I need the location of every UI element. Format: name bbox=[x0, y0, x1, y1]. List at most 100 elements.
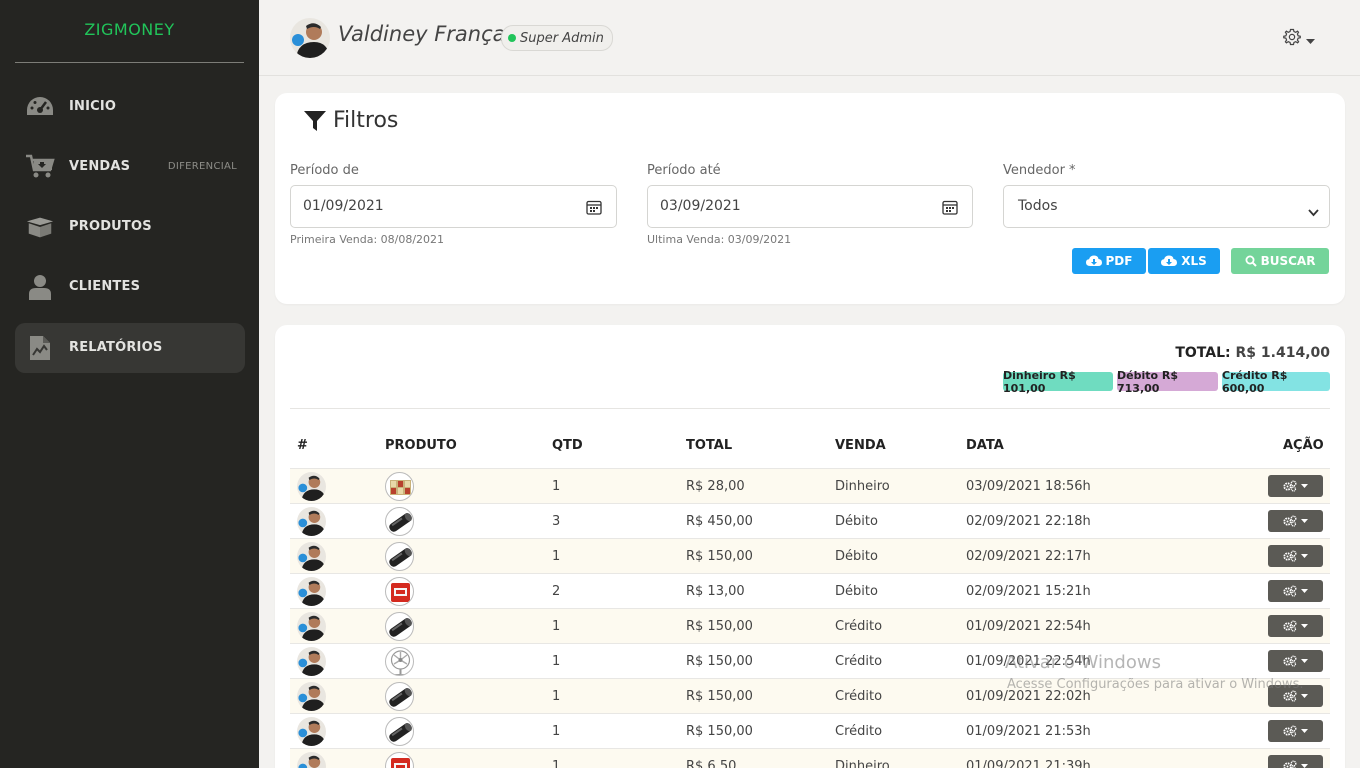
search-icon bbox=[1245, 255, 1257, 267]
row-actions-button[interactable] bbox=[1268, 755, 1323, 768]
credit-total-badge: Crédito R$ 600,00 bbox=[1222, 369, 1330, 395]
filter-icon bbox=[304, 110, 326, 131]
dashboard-icon bbox=[25, 92, 55, 122]
chevron-down-icon bbox=[1308, 202, 1319, 221]
avatar bbox=[297, 647, 326, 676]
filters-card: Filtros Período de 01/09/2021 Primeira V… bbox=[275, 93, 1345, 304]
row-actions-button[interactable] bbox=[1268, 545, 1323, 567]
search-button[interactable]: BUSCAR bbox=[1231, 248, 1329, 274]
period-from-input[interactable]: 01/09/2021 bbox=[290, 185, 617, 228]
settings-dropdown[interactable] bbox=[1283, 28, 1315, 50]
avatar bbox=[297, 507, 326, 536]
box-icon bbox=[25, 212, 55, 242]
cogs-icon bbox=[1283, 725, 1297, 737]
period-to-label: Período até bbox=[647, 163, 721, 178]
qty-cell: 1 bbox=[552, 619, 561, 634]
total-cell: R$ 150,00 bbox=[686, 549, 753, 564]
cogs-icon bbox=[1283, 760, 1297, 768]
caret-down-icon bbox=[1301, 764, 1308, 768]
filters-title: Filtros bbox=[303, 108, 398, 133]
column-header-action: AÇÃO bbox=[1283, 438, 1324, 453]
row-actions-button[interactable] bbox=[1268, 475, 1323, 497]
online-status-icon bbox=[508, 34, 516, 42]
product-thumbnail bbox=[385, 752, 414, 768]
period-to-help: Ultima Venda: 03/09/2021 bbox=[647, 233, 792, 246]
caret-down-icon bbox=[1301, 484, 1308, 488]
caret-down-icon bbox=[1301, 624, 1308, 628]
avatar bbox=[297, 612, 326, 641]
cloud-download-icon bbox=[1161, 255, 1178, 266]
column-header-date: DATA bbox=[966, 438, 1004, 453]
table-row: 1 R$ 150,00 Crédito 01/09/2021 22:54h bbox=[290, 643, 1330, 678]
column-header-qty: QTD bbox=[552, 438, 583, 453]
sale-type-cell: Dinheiro bbox=[835, 759, 890, 768]
pdf-button[interactable]: PDF bbox=[1072, 248, 1146, 274]
user-name: Valdiney França bbox=[338, 22, 506, 46]
cogs-icon bbox=[1283, 585, 1297, 597]
search-button-label: BUSCAR bbox=[1260, 254, 1316, 268]
column-header-num: # bbox=[297, 438, 308, 453]
qty-cell: 2 bbox=[552, 584, 561, 599]
sidebar-item-vendas[interactable]: VENDAS DIFERENCIAL bbox=[15, 142, 245, 192]
period-from-label: Período de bbox=[290, 163, 359, 178]
sale-type-cell: Dinheiro bbox=[835, 479, 890, 494]
product-thumbnail bbox=[385, 647, 414, 676]
windows-activation-subtitle: Acesse Configurações para ativar o Windo… bbox=[1007, 677, 1304, 692]
avatar bbox=[297, 717, 326, 746]
brand-divider bbox=[15, 62, 244, 63]
divider bbox=[290, 408, 1330, 409]
debit-total-badge: Débito R$ 713,00 bbox=[1117, 369, 1218, 395]
total-cell: R$ 13,00 bbox=[686, 584, 745, 599]
sale-type-cell: Crédito bbox=[835, 619, 883, 634]
sales-report-card: TOTAL: R$ 1.414,00 Dinheiro R$ 101,00 Dé… bbox=[275, 325, 1345, 768]
chevron-down-icon bbox=[1306, 30, 1315, 49]
sale-type-cell: Crédito bbox=[835, 689, 883, 704]
total-value: R$ 1.414,00 bbox=[1235, 345, 1330, 361]
xls-button[interactable]: XLS bbox=[1148, 248, 1220, 274]
period-to-input[interactable]: 03/09/2021 bbox=[647, 185, 973, 228]
row-actions-button[interactable] bbox=[1268, 720, 1323, 742]
brand-logo[interactable]: ZIGMONEY bbox=[0, 20, 259, 39]
table-row: 1 R$ 150,00 Crédito 01/09/2021 22:54h bbox=[290, 608, 1330, 643]
product-thumbnail bbox=[385, 577, 414, 606]
qty-cell: 1 bbox=[552, 479, 561, 494]
xls-button-label: XLS bbox=[1181, 254, 1207, 268]
seller-label: Vendedor * bbox=[1003, 163, 1076, 178]
total-cell: R$ 150,00 bbox=[686, 654, 753, 669]
qty-cell: 3 bbox=[552, 514, 561, 529]
table-row: 1 R$ 28,00 Dinheiro 03/09/2021 18:56h bbox=[290, 468, 1330, 503]
caret-down-icon bbox=[1301, 589, 1308, 593]
qty-cell: 1 bbox=[552, 549, 561, 564]
sidebar-item-label: INICIO bbox=[69, 99, 117, 114]
qty-cell: 1 bbox=[552, 759, 561, 768]
sidebar-item-produtos[interactable]: PRODUTOS bbox=[15, 202, 245, 252]
filters-title-text: Filtros bbox=[333, 108, 399, 133]
sidebar-item-clientes[interactable]: CLIENTES bbox=[15, 262, 245, 312]
row-actions-button[interactable] bbox=[1268, 650, 1323, 672]
sidebar-item-relatorios[interactable]: RELATÓRIOS bbox=[15, 323, 245, 373]
sale-type-cell: Débito bbox=[835, 514, 878, 529]
column-header-product: PRODUTO bbox=[385, 438, 457, 453]
row-actions-button[interactable] bbox=[1268, 510, 1323, 532]
sidebar-item-inicio[interactable]: INICIO bbox=[15, 82, 245, 132]
calendar-icon[interactable] bbox=[586, 199, 602, 219]
avatar[interactable] bbox=[290, 18, 330, 58]
date-cell: 03/09/2021 18:56h bbox=[966, 479, 1091, 494]
qty-cell: 1 bbox=[552, 724, 561, 739]
product-thumbnail bbox=[385, 682, 414, 711]
total-summary: TOTAL: R$ 1.414,00 bbox=[1175, 345, 1330, 361]
calendar-icon[interactable] bbox=[942, 199, 958, 219]
seller-select[interactable]: Todos bbox=[1003, 185, 1330, 228]
product-thumbnail bbox=[385, 717, 414, 746]
table-row: 1 R$ 6,50 Dinheiro 01/09/2021 21:39h bbox=[290, 748, 1330, 768]
total-cell: R$ 450,00 bbox=[686, 514, 753, 529]
top-header: Valdiney França Super Admin bbox=[259, 0, 1360, 76]
sale-type-cell: Débito bbox=[835, 584, 878, 599]
row-actions-button[interactable] bbox=[1268, 615, 1323, 637]
qty-cell: 1 bbox=[552, 689, 561, 704]
product-thumbnail bbox=[385, 612, 414, 641]
date-cell: 01/09/2021 21:53h bbox=[966, 724, 1091, 739]
sale-type-cell: Débito bbox=[835, 549, 878, 564]
row-actions-button[interactable] bbox=[1268, 580, 1323, 602]
avatar bbox=[297, 472, 326, 501]
